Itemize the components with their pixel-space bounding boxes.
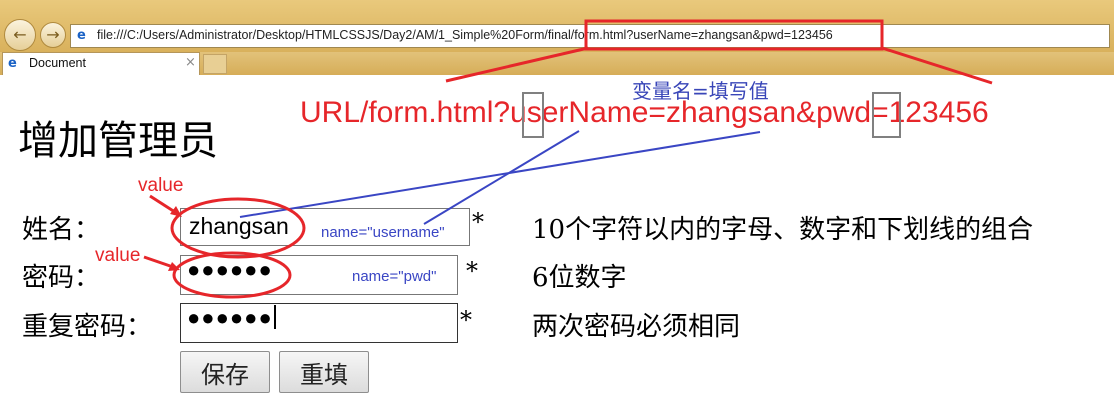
tab-title: Document xyxy=(29,56,86,70)
required-mark: * xyxy=(460,306,472,334)
close-icon[interactable]: × xyxy=(185,55,196,70)
value-arrow-head xyxy=(168,262,180,271)
required-mark: * xyxy=(472,208,484,236)
value-arrow xyxy=(143,255,177,270)
tab-document[interactable]: e Document × xyxy=(2,52,200,75)
page-title: 增加管理员 xyxy=(18,118,218,164)
username-value: zhangsan xyxy=(189,213,289,239)
browser-toolbar: ← → e file:///C:/Users/Administrator/Des… xyxy=(0,0,1114,52)
back-arrow-icon[interactable]: ← xyxy=(4,19,36,51)
repeat-password-input[interactable]: ●●●●●● xyxy=(180,303,458,343)
value-arrow xyxy=(149,194,179,216)
name-username-note: name="username" xyxy=(321,224,445,241)
url-text[interactable]: file:///C:/Users/Administrator/Desktop/H… xyxy=(97,28,833,42)
tab-strip: e Document × xyxy=(0,52,1114,75)
required-mark: * xyxy=(466,257,478,285)
var-pointer-line xyxy=(239,131,761,218)
new-tab-button[interactable] xyxy=(203,54,227,74)
value-note: value xyxy=(95,245,141,266)
username-hint: 10个字符以内的字母、数字和下划线的组合 xyxy=(532,215,1034,245)
password-label: 密码： xyxy=(22,263,101,293)
name-pwd-note: name="pwd" xyxy=(352,268,437,285)
address-bar[interactable]: e file:///C:/Users/Administrator/Desktop… xyxy=(70,24,1110,48)
save-button[interactable]: 保存 xyxy=(180,351,270,393)
password-hint: 6位数字 xyxy=(532,263,627,293)
repeat-password-label: 重复密码： xyxy=(22,312,153,342)
repeat-password-value: ●●●●●● xyxy=(187,305,276,331)
url-example-note: URL/form.html?userName=zhangsan&pwd=1234… xyxy=(300,96,989,129)
reset-button[interactable]: 重填 xyxy=(279,351,369,393)
value-note: value xyxy=(138,175,184,196)
ie-icon: e xyxy=(8,56,17,71)
forward-arrow-icon[interactable]: → xyxy=(40,22,66,48)
page-icon: e xyxy=(77,28,86,43)
text-caret xyxy=(273,305,276,329)
username-label: 姓名： xyxy=(22,215,101,245)
password-value: ●●●●●● xyxy=(187,257,273,282)
repeat-password-hint: 两次密码必须相同 xyxy=(532,312,741,342)
